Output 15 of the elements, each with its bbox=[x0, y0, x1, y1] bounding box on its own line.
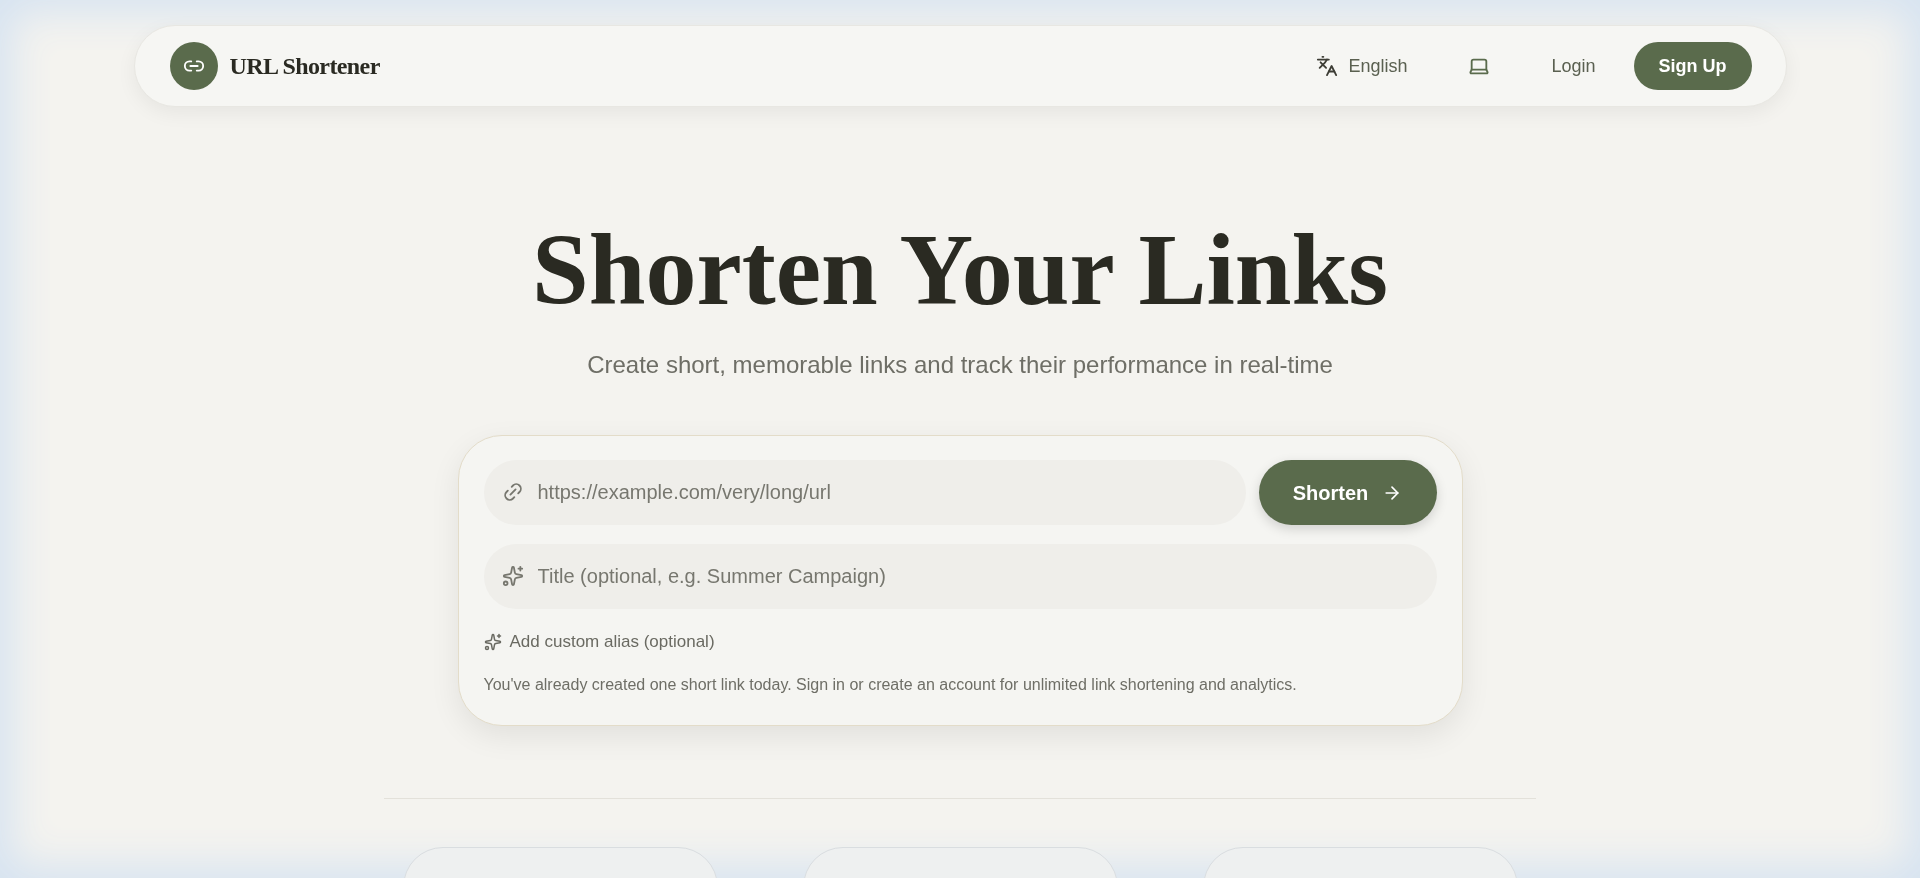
custom-alias-toggle[interactable]: Add custom alias (optional) bbox=[483, 629, 715, 655]
limit-notice: You've already created one short link today. Sign in or create an account for unlimited link shortening and analytics. bbox=[483, 674, 1298, 695]
brand-name[interactable]: URL Shortener bbox=[229, 48, 380, 84]
signup-button[interactable]: Sign Up bbox=[1633, 42, 1752, 90]
translate-icon bbox=[1316, 55, 1339, 77]
sparkles-icon bbox=[501, 565, 524, 587]
hero-title: Shorten Your Links bbox=[532, 219, 1388, 321]
logo-badge[interactable] bbox=[169, 42, 218, 90]
url-input-field[interactable]: https://example.com/very/long/url bbox=[483, 460, 1246, 525]
hero-subtitle: Create short, memorable links and track their performance in real-time bbox=[587, 350, 1333, 380]
sparkles-icon bbox=[483, 632, 502, 651]
shorten-button[interactable]: Shorten bbox=[1258, 460, 1437, 525]
login-link[interactable]: Login bbox=[1551, 52, 1596, 80]
title-input-field[interactable]: Title (optional, e.g. Summer Campaign) bbox=[483, 544, 1437, 609]
language-selector[interactable]: English bbox=[1316, 52, 1408, 80]
